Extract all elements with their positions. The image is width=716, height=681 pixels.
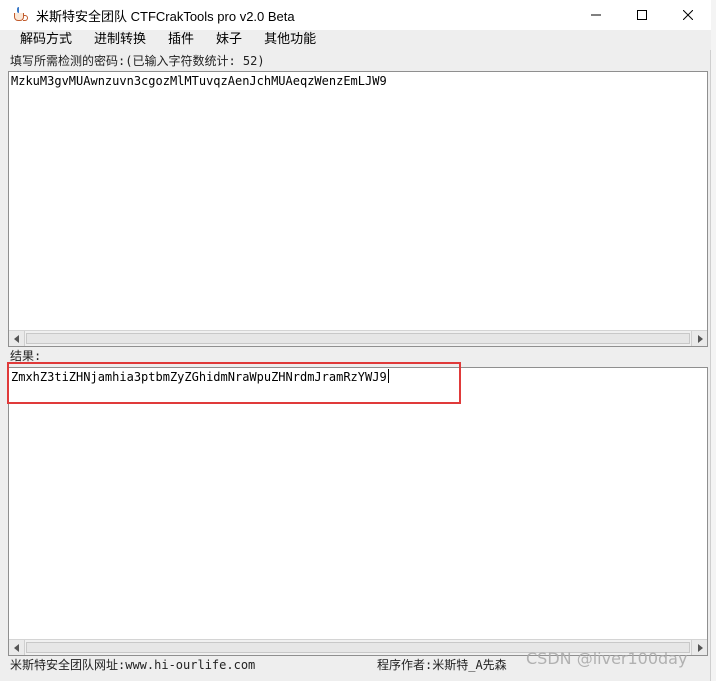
window-title: 米斯特安全团队 CTFCrakTools pro v2.0 Beta	[36, 8, 295, 24]
result-value: ZmxhZ3tiZHNjamhia3ptbmZyZGhidmNraWpuZHNr…	[11, 370, 387, 384]
arrow-right-icon	[697, 334, 703, 343]
scroll-right-button[interactable]	[691, 331, 707, 346]
maximize-icon	[637, 10, 647, 20]
title-bar[interactable]: 米斯特安全团队 CTFCrakTools pro v2.0 Beta	[0, 0, 711, 30]
text-caret	[387, 369, 389, 383]
maximize-button[interactable]	[619, 0, 665, 30]
menu-plugins[interactable]: 插件	[157, 30, 205, 50]
window-edge	[711, 0, 716, 681]
close-button[interactable]	[665, 0, 711, 30]
result-textarea[interactable]: ZmxhZ3tiZHNjamhia3ptbmZyZGhidmNraWpuZHNr…	[8, 367, 708, 656]
window-controls	[573, 0, 711, 30]
arrow-left-icon	[13, 334, 19, 343]
result-label: 结果:	[10, 349, 42, 363]
status-author: 程序作者:米斯特_A先森	[377, 658, 507, 672]
menu-other-functions[interactable]: 其他功能	[253, 30, 327, 50]
arrow-left-icon	[13, 643, 19, 652]
java-app-icon	[12, 7, 28, 23]
csdn-watermark: CSDN @liver100day	[526, 649, 688, 668]
scroll-thumb[interactable]	[26, 333, 690, 344]
arrow-right-icon	[697, 643, 703, 652]
status-website: 米斯特安全团队网址:www.hi-ourlife.com	[10, 658, 256, 672]
input-text[interactable]: MzkuM3gvMUAwnzuvn3cgozMlMTuvqzAenJchMUAe…	[11, 72, 387, 90]
menu-decode[interactable]: 解码方式	[0, 30, 83, 50]
result-text[interactable]: ZmxhZ3tiZHNjamhia3ptbmZyZGhidmNraWpuZHNr…	[11, 368, 389, 386]
input-horizontal-scrollbar[interactable]	[9, 330, 707, 346]
app-window: 米斯特安全团队 CTFCrakTools pro v2.0 Beta 解码方式 …	[0, 0, 711, 681]
minimize-button[interactable]	[573, 0, 619, 30]
menu-girl[interactable]: 妹子	[205, 30, 253, 50]
scroll-right-button[interactable]	[691, 640, 707, 655]
input-textarea[interactable]: MzkuM3gvMUAwnzuvn3cgozMlMTuvqzAenJchMUAe…	[8, 71, 708, 347]
close-icon	[683, 10, 693, 20]
menu-bar: 解码方式 进制转换 插件 妹子 其他功能	[0, 30, 711, 50]
menu-base-convert[interactable]: 进制转换	[83, 30, 157, 50]
scroll-left-button[interactable]	[9, 331, 25, 346]
input-label: 填写所需检测的密码:(已输入字符数统计: 52)	[10, 54, 265, 68]
minimize-icon	[591, 14, 601, 16]
scroll-left-button[interactable]	[9, 640, 25, 655]
